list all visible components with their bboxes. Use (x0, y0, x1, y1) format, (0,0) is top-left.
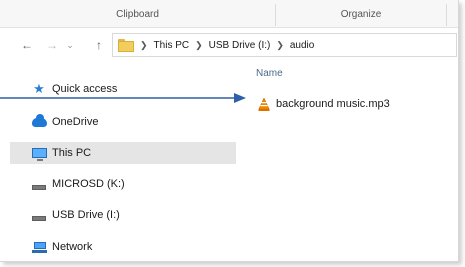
chevron-down-icon: ⌄ (66, 39, 74, 50)
monitor-icon (31, 146, 47, 161)
navigation-bar: ← → ⌄ ↑ ❯ This PC ❯ USB Drive (I:) ❯ aud… (0, 29, 458, 61)
sidebar-item-label: OneDrive (52, 116, 99, 128)
ribbon-divider (446, 4, 447, 26)
back-arrow-icon: ← (21, 38, 33, 52)
breadcrumb-this-pc[interactable]: This PC (154, 40, 190, 51)
sidebar-item-label: MICROSD (K:) (52, 178, 125, 190)
up-arrow-icon: ↑ (96, 38, 102, 52)
sidebar-item-this-pc[interactable]: This PC (10, 142, 236, 164)
breadcrumb-chevron-icon: ❯ (140, 39, 148, 50)
file-explorer-window: Clipboard Organize ← → ⌄ ↑ ❯ This PC ❯ U… (0, 0, 459, 262)
file-list-pane: Name background music.mp3 (244, 62, 458, 261)
address-bar[interactable]: ❯ This PC ❯ USB Drive (I:) ❯ audio (112, 33, 457, 57)
navigation-pane: ★ Quick access OneDrive This PC MICROSD … (0, 62, 240, 261)
network-icon (31, 240, 47, 254)
column-header-name[interactable]: Name (256, 68, 283, 79)
sidebar-item-label: This PC (52, 147, 92, 159)
breadcrumb-chevron-icon: ❯ (276, 39, 284, 50)
up-button[interactable]: ↑ (90, 35, 108, 55)
sidebar-item-label: Network (52, 241, 93, 253)
sidebar-item-usb-drive[interactable]: USB Drive (I:) (10, 204, 236, 226)
drive-icon (31, 208, 47, 222)
forward-arrow-icon: → (46, 38, 58, 52)
sidebar-item-network[interactable]: Network (10, 236, 236, 258)
back-button[interactable]: ← (18, 35, 36, 55)
ribbon-group-clipboard[interactable]: Clipboard (0, 0, 275, 28)
ribbon-group-organize[interactable]: Organize (276, 0, 446, 28)
breadcrumb-usb-drive[interactable]: USB Drive (I:) (209, 40, 271, 51)
recent-locations-button[interactable]: ⌄ (64, 35, 76, 55)
sidebar-item-quick-access[interactable]: ★ Quick access (10, 78, 236, 100)
cloud-icon (31, 113, 47, 129)
forward-button[interactable]: → (43, 35, 61, 55)
breadcrumb-audio[interactable]: audio (290, 40, 314, 51)
file-name: background music.mp3 (276, 98, 390, 110)
sidebar-item-label: Quick access (52, 83, 118, 95)
breadcrumb-chevron-icon: ❯ (195, 39, 203, 50)
sidebar-item-microsd[interactable]: MICROSD (K:) (10, 173, 236, 195)
sidebar-item-onedrive[interactable]: OneDrive (10, 111, 236, 133)
drive-icon (31, 177, 47, 191)
folder-icon (118, 38, 134, 52)
vlc-icon (258, 97, 270, 111)
file-item[interactable]: background music.mp3 (258, 95, 390, 113)
sidebar-item-label: USB Drive (I:) (52, 209, 120, 221)
ribbon-bar: Clipboard Organize (0, 0, 458, 28)
star-icon: ★ (33, 81, 45, 96)
